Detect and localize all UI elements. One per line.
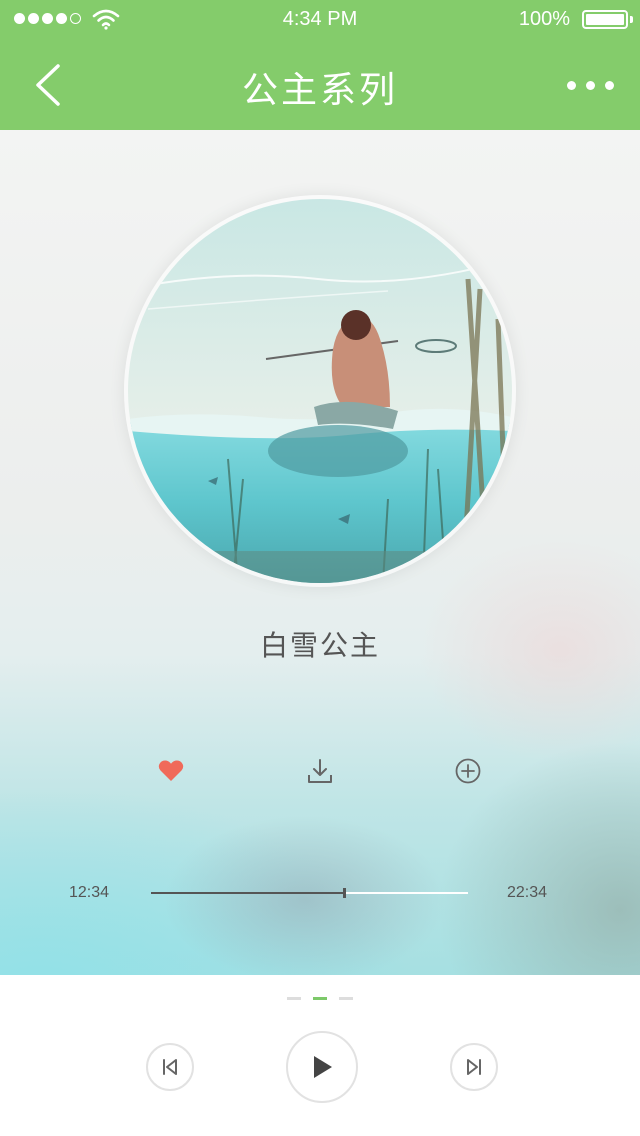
page-dot[interactable] xyxy=(287,997,301,1000)
more-dot xyxy=(585,80,595,90)
favorite-button[interactable] xyxy=(149,749,193,793)
progress-knob[interactable] xyxy=(343,888,347,898)
download-icon xyxy=(308,759,332,783)
status-bar: 4:34 PM 100% xyxy=(0,0,640,40)
page-dot-active[interactable] xyxy=(313,997,327,1000)
total-time: 22:34 xyxy=(507,884,548,901)
skip-previous-icon xyxy=(163,1059,177,1075)
next-button[interactable] xyxy=(450,1043,498,1091)
more-dot xyxy=(604,80,614,90)
elapsed-time: 12:34 xyxy=(69,884,110,901)
previous-button[interactable] xyxy=(146,1043,194,1091)
play-icon xyxy=(314,1056,332,1078)
page-dot[interactable] xyxy=(339,997,353,1000)
more-button[interactable] xyxy=(560,70,620,100)
heart-icon xyxy=(158,760,184,781)
battery-percent: 100% xyxy=(518,8,570,30)
play-button[interactable] xyxy=(286,1031,358,1103)
plus-circle-icon xyxy=(455,758,481,784)
song-title: 白雪公主 xyxy=(259,629,380,662)
add-button[interactable] xyxy=(446,749,490,793)
battery-icon xyxy=(582,10,628,29)
progress-bar[interactable] xyxy=(151,888,468,898)
album-cover-illustration xyxy=(128,199,512,583)
progress-fill xyxy=(151,892,345,894)
nav-bar: 公主系列 xyxy=(0,40,640,130)
page-title: 公主系列 xyxy=(241,70,398,111)
more-dot xyxy=(566,80,576,90)
skip-next-icon xyxy=(467,1059,481,1075)
download-button[interactable] xyxy=(298,749,342,793)
battery-tip xyxy=(630,16,633,23)
player-controls-panel xyxy=(0,975,640,1136)
page-indicator[interactable] xyxy=(0,997,640,1000)
album-cover[interactable] xyxy=(128,199,512,583)
